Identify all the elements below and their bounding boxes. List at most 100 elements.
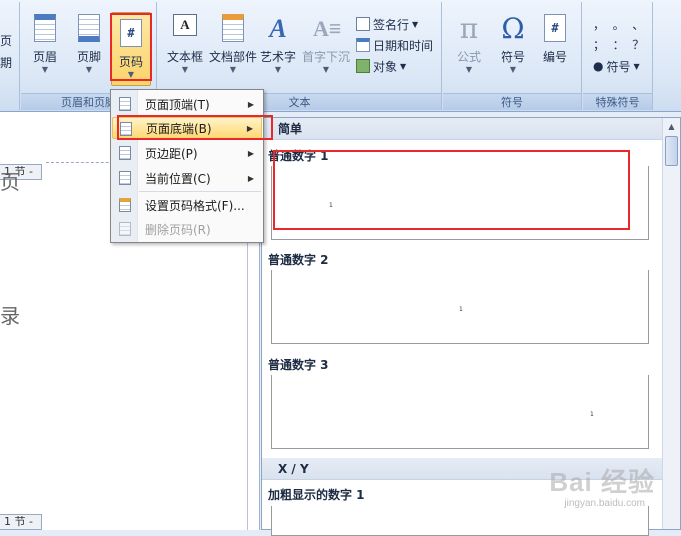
equation-button-label: 公式 xyxy=(456,50,481,64)
chevron-down-icon: ▼ xyxy=(509,65,517,74)
gallery-thumbnail-bold-1[interactable] xyxy=(271,506,649,536)
menu-item-bottom-of-page[interactable]: 页面底端(B) ▶ xyxy=(112,117,262,139)
remove-page-number-icon xyxy=(119,222,131,236)
omega-icon: Ω xyxy=(501,12,525,45)
menu-item-label: 页边距(P) xyxy=(145,146,198,161)
gallery-thumbnail-plain-3[interactable]: 1 xyxy=(271,375,649,449)
menu-item-page-margins[interactable]: 页边距(P) ▶ xyxy=(112,142,262,164)
header-button[interactable]: 页眉 ▼ xyxy=(25,8,65,86)
signature-line-label: 签名行 xyxy=(373,17,410,32)
header-button-label: 页眉 xyxy=(32,50,57,64)
signature-icon xyxy=(356,17,370,31)
special-chars-row2[interactable]: ； ： ？ xyxy=(593,36,644,53)
signature-line-button[interactable]: 签名行 ▼ xyxy=(356,14,418,34)
chevron-down-icon: ▼ xyxy=(400,61,407,71)
chevron-down-icon: ▼ xyxy=(181,65,189,74)
date-time-button[interactable]: 日期和时间 xyxy=(356,35,433,55)
chevron-right-icon: ▶ xyxy=(247,99,254,109)
gallery-category-simple: 简单 xyxy=(262,118,662,140)
gallery-thumbnail-plain-2[interactable]: 1 xyxy=(271,270,649,344)
menu-separator xyxy=(139,191,261,192)
watermark-logo: Bai 经验 xyxy=(549,467,655,497)
footer-icon xyxy=(76,14,102,44)
gallery-item-title: 普通数字 1 xyxy=(268,149,329,163)
chevron-down-icon: ▼ xyxy=(412,19,419,29)
document-text-fragment: 录 xyxy=(0,304,20,328)
numbering-button[interactable]: # 编号 xyxy=(535,8,575,86)
chevron-right-icon: ▶ xyxy=(247,148,254,158)
ribbon-group-symbols: π 公式 ▼ Ω 符号 ▼ # 编号 符号 xyxy=(443,2,582,110)
current-position-icon xyxy=(119,171,131,185)
gallery-item-title: 普通数字 2 xyxy=(268,253,329,267)
menu-item-format-page-numbers[interactable]: 设置页码格式(F)... xyxy=(112,194,262,216)
bullet-icon: ● xyxy=(593,59,604,73)
special-symbol-label: 符号 xyxy=(606,59,631,74)
quickparts-button[interactable]: 文档部件 ▼ xyxy=(208,8,258,86)
numbering-button-label: 编号 xyxy=(542,50,567,64)
page-number-preview: 1 xyxy=(329,202,333,209)
partial-button-label[interactable]: 页期 xyxy=(0,30,12,74)
symbol-button[interactable]: Ω 符号 ▼ xyxy=(493,8,533,86)
pi-icon: π xyxy=(459,12,479,45)
quickparts-icon xyxy=(220,14,246,44)
page-top-icon xyxy=(119,97,131,111)
page-margin-icon xyxy=(119,146,131,160)
object-label: 对象 xyxy=(373,59,398,74)
textbox-icon: A xyxy=(172,14,198,44)
special-symbol-dropdown[interactable]: ● 符号 ▼ xyxy=(593,56,640,76)
page-bottom-icon xyxy=(120,122,132,136)
page-number-preview: 1 xyxy=(590,411,594,418)
textbox-button[interactable]: A 文本框 ▼ xyxy=(162,8,208,86)
chevron-down-icon: ▼ xyxy=(127,70,135,79)
gallery-item-title: 普通数字 3 xyxy=(268,358,329,372)
footer-button-label: 页脚 xyxy=(76,50,101,64)
menu-item-remove-page-numbers[interactable]: 删除页码(R) xyxy=(112,218,262,240)
gallery-thumbnail-plain-1[interactable]: 1 xyxy=(271,166,649,240)
format-page-number-icon xyxy=(119,198,131,212)
wordart-button[interactable]: A 艺术字 ▼ xyxy=(258,8,298,86)
menu-item-top-of-page[interactable]: 页面顶端(T) ▶ xyxy=(112,93,262,115)
menu-item-label: 页面底端(B) xyxy=(146,121,212,136)
object-icon xyxy=(356,59,370,73)
special-chars-row1[interactable]: ， 。 、 xyxy=(593,16,644,33)
page-number-icon: # xyxy=(118,19,144,49)
ribbon-group-special-symbols: ， 。 、 ； ： ？ ● 符号 ▼ 特殊符号 xyxy=(583,2,653,110)
group-label-special-symbols: 特殊符号 xyxy=(583,93,652,110)
scrollbar-thumb[interactable] xyxy=(665,136,678,166)
chevron-down-icon: ▼ xyxy=(41,65,49,74)
chevron-right-icon: ▶ xyxy=(247,173,254,183)
quickparts-button-label: 文档部件 xyxy=(208,50,257,64)
scroll-up-icon[interactable]: ▲ xyxy=(663,118,680,135)
textbox-button-label: 文本框 xyxy=(166,50,203,64)
document-text-fragment: 页 xyxy=(0,170,20,194)
wordart-button-label: 艺术字 xyxy=(259,50,296,64)
chevron-down-icon: ▼ xyxy=(322,65,330,74)
footer-button[interactable]: 页脚 ▼ xyxy=(69,8,109,86)
page-number-button[interactable]: # 页码 ▼ xyxy=(111,12,151,86)
chevron-down-icon: ▼ xyxy=(229,65,237,74)
calendar-icon xyxy=(356,38,370,52)
chevron-right-icon: ▶ xyxy=(246,123,253,133)
chevron-down-icon: ▼ xyxy=(274,65,282,74)
menu-item-label: 设置页码格式(F)... xyxy=(145,198,245,213)
wordart-icon: A xyxy=(269,14,287,43)
menu-item-current-position[interactable]: 当前位置(C) ▶ xyxy=(112,167,262,189)
dropcap-button-label: 首字下沉 xyxy=(301,50,350,64)
chevron-down-icon: ▼ xyxy=(85,65,93,74)
gallery-item-title: 加粗显示的数字 1 xyxy=(268,488,365,502)
dropcap-icon: A≡ xyxy=(313,16,342,41)
dropcap-button[interactable]: A≡ 首字下沉 ▼ xyxy=(300,8,352,86)
numbering-icon: # xyxy=(542,14,568,44)
page-number-preview: 1 xyxy=(459,306,463,313)
section-tag-bottom: 1 节 - xyxy=(0,514,42,530)
header-icon xyxy=(32,14,58,44)
menu-item-label: 删除页码(R) xyxy=(145,222,211,237)
ribbon: 页期 页眉 ▼ 页脚 ▼ # 页码 ▼ 页眉和页脚 A 文本框 ▼ 文档部件 ▼… xyxy=(0,0,681,112)
equation-button[interactable]: π 公式 ▼ xyxy=(449,8,489,86)
object-button[interactable]: 对象 ▼ xyxy=(356,56,406,76)
page-number-menu: 页面顶端(T) ▶ 页面底端(B) ▶ 页边距(P) ▶ 当前位置(C) ▶ 设… xyxy=(110,89,264,243)
menu-item-label: 页面顶端(T) xyxy=(145,97,210,112)
group-label-symbols: 符号 xyxy=(443,93,581,110)
gallery-scrollbar[interactable]: ▲ xyxy=(662,118,680,529)
symbol-button-label: 符号 xyxy=(500,50,525,64)
